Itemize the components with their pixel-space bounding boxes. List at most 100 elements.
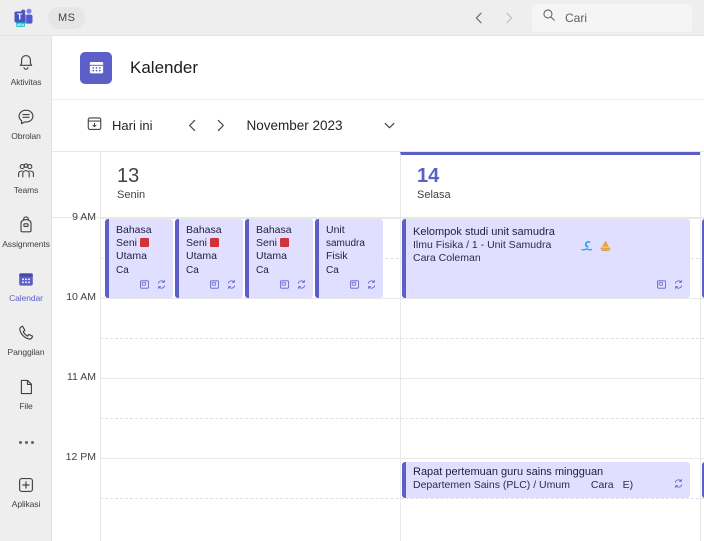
calendar-event[interactable]: Kelompok studi unit samudra Ilmu Fisika … <box>402 219 690 298</box>
plus-box-icon <box>16 474 36 496</box>
event-organizer-suffix: E) <box>622 479 634 491</box>
sidebar-item-label: Aktivitas <box>10 76 42 87</box>
chevron-left-icon[interactable] <box>472 11 486 25</box>
event-subtitle: Seni <box>186 237 237 250</box>
recurring-icon[interactable] <box>156 279 167 294</box>
day-header-wednesday[interactable]: 15 W <box>700 152 704 217</box>
sidebar-item-label: Teams <box>13 184 39 195</box>
event-organizer: Ca <box>116 265 129 276</box>
status-marker <box>210 238 220 247</box>
time-gutter-header <box>52 152 100 217</box>
event-title: Bahasa <box>116 224 152 236</box>
wave-emoji <box>580 239 593 256</box>
current-month-label: November 2023 <box>246 118 343 133</box>
sidebar-item-teams[interactable]: Teams <box>0 150 52 204</box>
file-icon <box>16 376 36 398</box>
calendar-event[interactable]: Unit samudra Fisik Ca <box>315 219 383 298</box>
events-layer: Bahasa Seni Utama Ca Bahasa Seni Utama C… <box>52 218 704 541</box>
event-organizer: Ca <box>256 265 269 276</box>
sidebar-item-file[interactable]: File <box>0 366 52 420</box>
day-name: Senin <box>117 189 146 201</box>
recurring-icon[interactable] <box>296 279 307 294</box>
calendar-event[interactable]: Bahasa Seni Utama Ca <box>245 219 313 298</box>
today-button-label: Hari ini <box>112 118 153 133</box>
event-subtitle: Departemen Sains (PLC) / Umum Cara E) <box>413 479 634 491</box>
event-line3: Fisik <box>326 250 348 262</box>
phone-icon <box>16 322 36 344</box>
window-nav-arrows: Cari <box>472 3 692 32</box>
recurring-icon[interactable] <box>226 279 237 294</box>
sidebar-item-obrolan[interactable]: Obrolan <box>0 96 52 150</box>
day-header-monday[interactable]: 13 Senin <box>100 152 400 217</box>
note-icon[interactable] <box>139 279 150 294</box>
sidebar-item-label: Aplikasi <box>11 498 41 509</box>
avatar[interactable]: MS <box>48 6 86 29</box>
backpack-icon <box>16 214 36 236</box>
view-selector-chevron-down-icon[interactable] <box>377 113 403 139</box>
sidebar-item-calendar[interactable]: Calendar <box>0 258 52 312</box>
recurring-icon[interactable] <box>366 279 377 294</box>
note-icon[interactable] <box>656 279 667 294</box>
day-name: Selasa <box>417 189 451 201</box>
calendar-toolbar: Hari ini November 2023 <box>52 100 704 152</box>
calendar-event[interactable]: Rapat pertemuan guru sains mingguan Depa… <box>402 462 690 498</box>
note-icon[interactable] <box>349 279 360 294</box>
left-nav-rail: Aktivitas Obrolan Teams Assignments Cale… <box>0 36 52 541</box>
day-header-tuesday[interactable]: 14 Selasa <box>400 152 700 217</box>
calendar-event[interactable]: Bahasa Seni Utama Ca <box>175 219 243 298</box>
event-icons <box>139 279 167 294</box>
bell-icon <box>16 52 36 74</box>
event-subtitle: Ilmu Fisika / 1 - Unit Samudra <box>413 239 552 251</box>
sidebar-item-label: Obrolan <box>11 130 41 141</box>
previous-period-button[interactable] <box>178 112 206 140</box>
event-icons <box>209 279 237 294</box>
calendar-time-grid: 9 AM 10 AM 11 AM 12 PM Bahasa Seni Utama… <box>52 211 704 541</box>
note-icon[interactable] <box>209 279 220 294</box>
svg-text:NEW: NEW <box>17 22 26 26</box>
sidebar-item-label: Calendar <box>9 292 43 303</box>
event-title: Bahasa <box>186 224 222 236</box>
teams-logo-icon: T NEW <box>12 6 36 30</box>
event-title: Unit <box>326 224 345 236</box>
today-button[interactable]: Hari ini <box>86 115 152 137</box>
day-number: 13 <box>117 165 140 187</box>
event-subtitle: Seni <box>116 237 167 250</box>
status-marker <box>280 238 290 247</box>
recurring-icon[interactable] <box>673 478 684 493</box>
sidebar-item-label: File <box>19 400 33 411</box>
avatar-initials: MS <box>58 11 76 24</box>
sidebar-item-label: Assignments <box>2 238 50 249</box>
event-icons <box>279 279 307 294</box>
event-organizer: Cara <box>590 479 614 491</box>
calendar-icon <box>16 268 36 290</box>
sidebar-item-label: Panggilan <box>7 346 45 357</box>
event-icons <box>673 478 684 493</box>
people-icon <box>15 160 37 182</box>
search-text: Cari <box>565 10 588 25</box>
day-number: 14 <box>417 165 440 187</box>
event-emoji-row <box>580 239 612 256</box>
note-icon[interactable] <box>279 279 290 294</box>
recurring-icon[interactable] <box>673 279 684 294</box>
main-content: Kalender Hari ini November 2023 13 Senin <box>52 36 704 541</box>
calendar-event[interactable]: Bahasa Seni Utama Ca <box>105 219 173 298</box>
today-calendar-icon <box>86 115 103 137</box>
sidebar-item-aktivitas[interactable]: Aktivitas <box>0 42 52 96</box>
title-bar: T NEW MS Cari <box>0 0 704 36</box>
sidebar-item-panggilan[interactable]: Panggilan <box>0 312 52 366</box>
sidebar-item-assignments[interactable]: Assignments <box>0 204 52 258</box>
sidebar-item-aplikasi[interactable]: Aplikasi <box>0 464 52 518</box>
event-organizer: Ca <box>326 265 339 276</box>
chevron-right-icon[interactable] <box>502 11 516 25</box>
more-options-button[interactable] <box>0 420 52 464</box>
event-line3: Utama <box>256 250 287 262</box>
search-input[interactable]: Cari <box>532 3 692 32</box>
next-period-button[interactable] <box>206 112 234 140</box>
event-title: Bahasa <box>256 224 292 236</box>
event-title: Rapat pertemuan guru sains mingguan <box>413 466 604 478</box>
day-header-strip: 13 Senin 14 Selasa 15 W <box>52 152 704 218</box>
chat-icon <box>16 106 36 128</box>
event-line3: Utama <box>116 250 147 262</box>
event-icons <box>656 279 684 294</box>
more-dots-icon <box>18 431 34 453</box>
